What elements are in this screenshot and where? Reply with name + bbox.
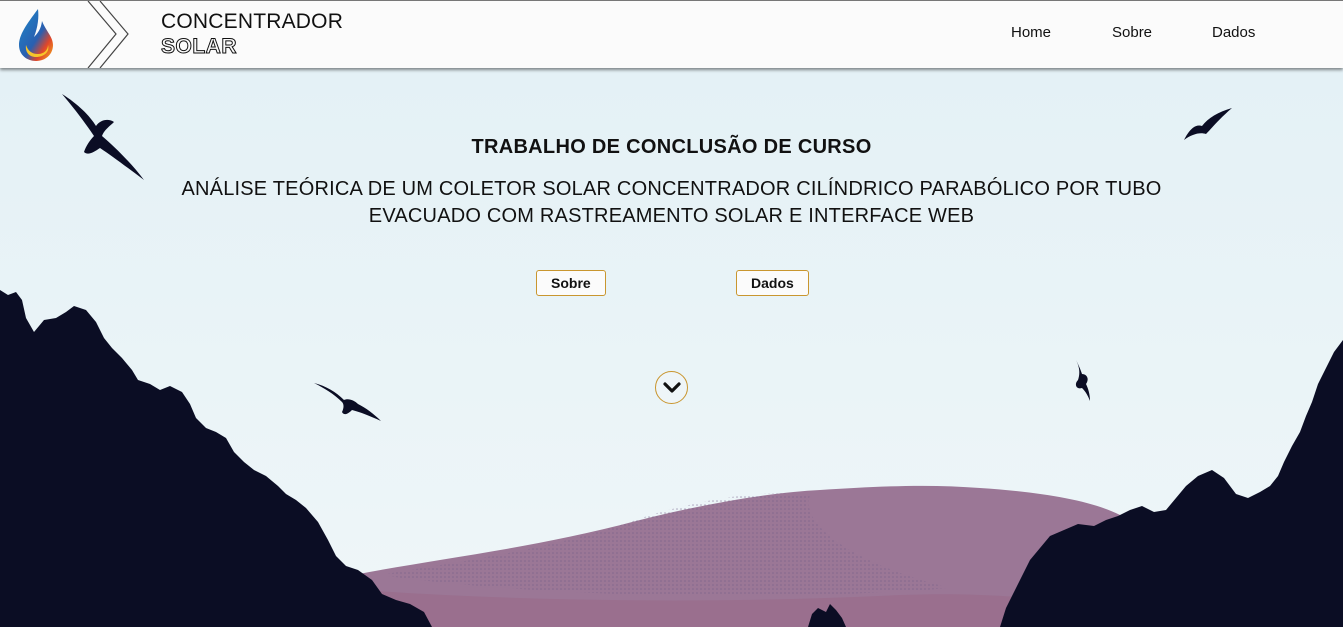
hero-title: TRABALHO DE CONCLUSÃO DE CURSO [471, 136, 872, 158]
top-navbar: CONCENTRADOR SOLAR Home Sobre Dados [0, 0, 1343, 68]
water-drop-icon[interactable] [16, 7, 56, 63]
sobre-button[interactable]: Sobre [536, 270, 606, 296]
scroll-down-button[interactable] [655, 371, 688, 404]
dados-button[interactable]: Dados [736, 270, 809, 296]
nav-dados-link[interactable]: Dados [1212, 24, 1255, 41]
brand-subtitle: SOLAR [161, 35, 238, 59]
brand-title: CONCENTRADOR [161, 10, 344, 33]
hero-subtitle: ANÁLISE TEÓRICA DE UM COLETOR SOLAR CONC… [181, 178, 1162, 227]
chevron-down-icon [662, 381, 681, 393]
nav-sobre-link[interactable]: Sobre [1112, 24, 1152, 41]
nav-home-link[interactable]: Home [1011, 24, 1051, 41]
double-chevron-icon [87, 1, 129, 68]
